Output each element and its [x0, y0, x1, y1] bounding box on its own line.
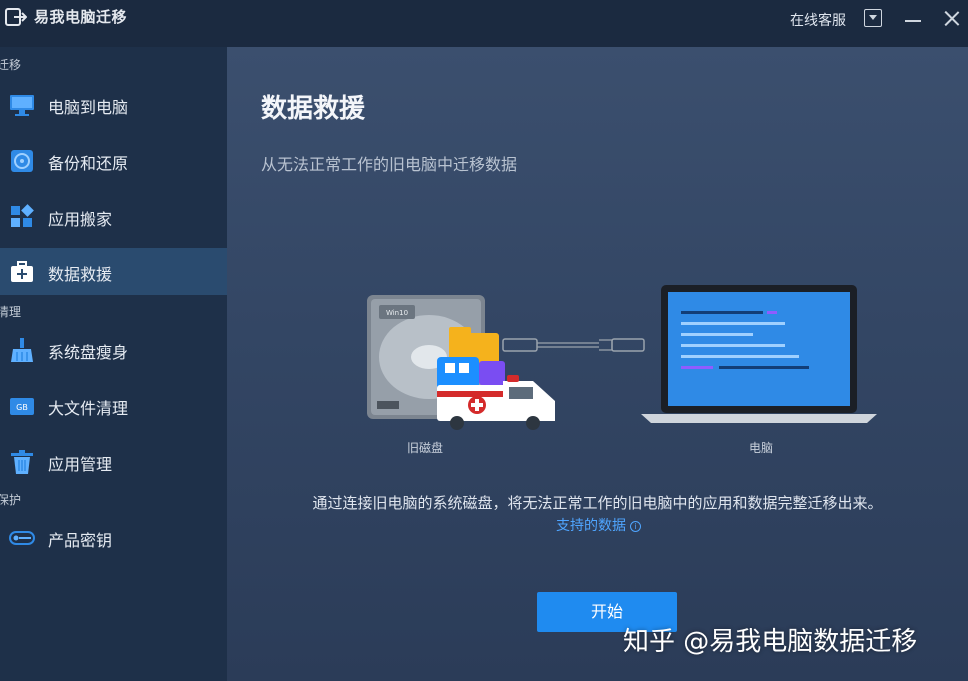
sidebar-item-large-file-clean[interactable]: GB 大文件清理 — [0, 382, 227, 429]
app-logo-icon — [5, 8, 27, 26]
minimize-button[interactable] — [904, 9, 922, 27]
sidebar-item-product-key[interactable]: 产品密钥 — [0, 514, 227, 561]
section-label-clean: 清理 — [0, 305, 22, 319]
backup-disk-icon — [11, 150, 33, 172]
sidebar-item-label: 应用搬家 — [48, 210, 113, 229]
sidebar-item-pc-to-pc[interactable]: 电脑到电脑 — [0, 81, 227, 128]
broom-icon — [11, 338, 33, 362]
dropdown-menu-button[interactable] — [864, 9, 882, 27]
sidebar-item-app-migration[interactable]: 应用搬家 — [0, 193, 227, 240]
app-title: 易我电脑迁移 — [34, 8, 128, 26]
sidebar-item-label: 备份和还原 — [48, 154, 129, 173]
monitor-icon — [10, 95, 34, 116]
section-label-migrate: 迁移 — [0, 58, 22, 72]
pc-caption: 电脑 — [749, 441, 774, 455]
key-icon — [9, 531, 35, 545]
close-button[interactable] — [943, 9, 961, 27]
sidebar-item-label: 大文件清理 — [48, 399, 129, 418]
online-support-link[interactable]: 在线客服 — [790, 10, 846, 30]
sidebar-item-label: 应用管理 — [48, 455, 113, 474]
sidebar-item-label: 产品密钥 — [48, 531, 113, 550]
disk-badge-text: Win10 — [386, 309, 408, 317]
feature-description: 通过连接旧电脑的系统磁盘，将无法正常工作的旧电脑中的应用和数据完整迁移出来。 — [312, 494, 883, 512]
rescue-kit-icon — [11, 261, 33, 282]
section-label-protect: 保护 — [0, 493, 22, 507]
supported-data-link[interactable]: 支持的数据 i — [556, 515, 641, 535]
sidebar-item-backup-restore[interactable]: 备份和还原 — [0, 137, 227, 184]
sidebar-item-label: 数据救援 — [48, 265, 113, 284]
info-icon: i — [630, 521, 641, 532]
main-panel: 数据救援 从无法正常工作的旧电脑中迁移数据 Win10 旧磁盘 电脑 通过连接旧… — [227, 47, 968, 681]
app-tile-icon — [479, 361, 505, 385]
sidebar-item-system-slim[interactable]: 系统盘瘦身 — [0, 326, 227, 373]
watermark-text: 知乎 @易我电脑数据迁移 — [623, 627, 918, 657]
title-bar: 易我电脑迁移 在线客服 — [0, 0, 968, 47]
laptop-icon — [641, 285, 877, 423]
data-rescue-illustration: Win10 — [367, 285, 877, 430]
page-subtitle: 从无法正常工作的旧电脑中迁移数据 — [261, 155, 518, 174]
trash-icon — [11, 450, 33, 474]
sidebar-item-label: 电脑到电脑 — [48, 98, 129, 117]
page-title: 数据救援 — [261, 94, 366, 124]
usb-cable-icon — [502, 338, 645, 352]
sidebar-item-app-management[interactable]: 应用管理 — [0, 438, 227, 485]
svg-text:GB: GB — [16, 403, 28, 412]
app-blocks-icon — [11, 204, 34, 227]
sidebar: 迁移 电脑到电脑 备份和还原 应用搬家 数据救援 清理 系统盘瘦身 GB 大文件… — [0, 47, 227, 681]
old-disk-caption: 旧磁盘 — [407, 441, 444, 455]
gb-file-icon: GB — [10, 398, 34, 415]
supported-data-label: 支持的数据 — [556, 518, 626, 534]
sidebar-item-label: 系统盘瘦身 — [48, 343, 129, 362]
sidebar-item-data-rescue[interactable]: 数据救援 — [0, 248, 227, 295]
